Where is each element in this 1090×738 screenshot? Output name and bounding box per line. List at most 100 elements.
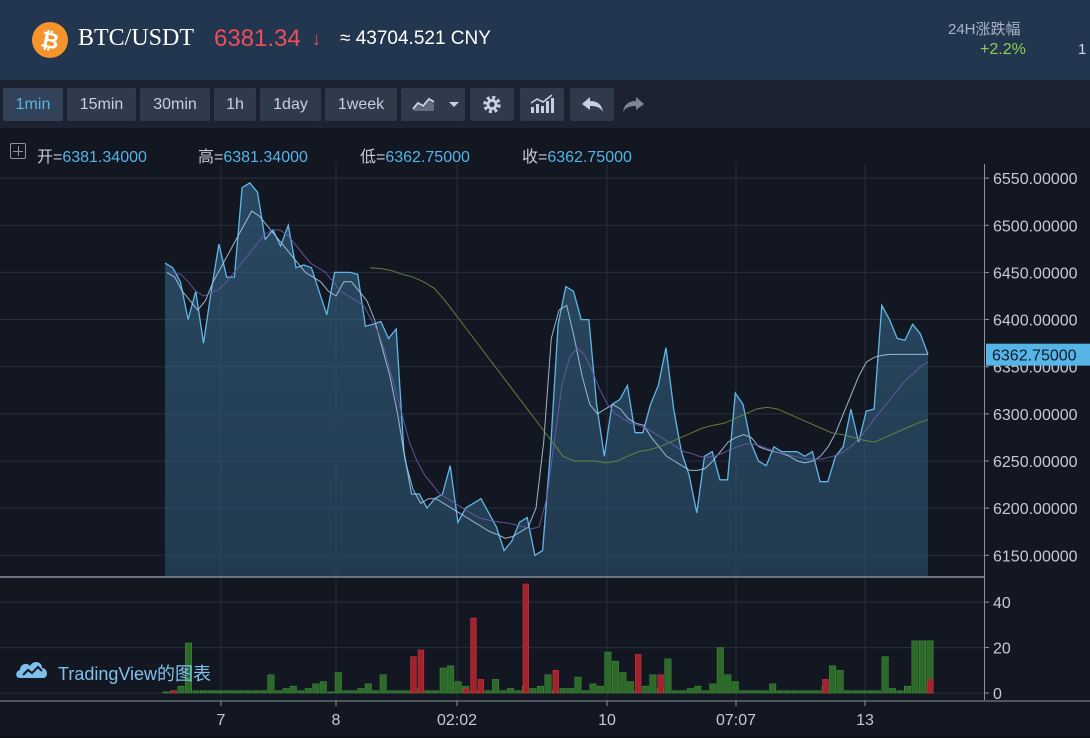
volume-bar-up bbox=[784, 690, 792, 694]
volume-bar-up bbox=[791, 690, 799, 694]
price-tick-label: 6150.00000 bbox=[993, 548, 1078, 565]
volume-bar-up bbox=[739, 690, 747, 694]
volume-bar-up bbox=[544, 674, 552, 694]
volume-bar-up bbox=[716, 647, 724, 694]
volume-bar-up bbox=[499, 690, 507, 694]
volume-bar-up bbox=[679, 690, 687, 694]
volume-bar-up bbox=[312, 683, 320, 694]
volume-bar-up bbox=[626, 681, 634, 694]
volume-bar-up bbox=[252, 690, 260, 694]
tradingview-cloud-icon bbox=[16, 662, 48, 678]
volume-bar-up bbox=[814, 690, 822, 694]
volume-bar-up bbox=[514, 690, 522, 694]
volume-bar-up bbox=[589, 683, 597, 694]
volume-bar-up bbox=[244, 690, 252, 694]
volume-bar-up bbox=[492, 679, 500, 694]
time-axis-background bbox=[0, 702, 1090, 738]
volume-bar-up bbox=[364, 683, 372, 694]
volume-bar-up bbox=[619, 672, 627, 694]
volume-bar-up bbox=[432, 690, 440, 694]
volume-bar-up bbox=[387, 690, 395, 694]
volume-bar-up bbox=[889, 688, 897, 694]
volume-bar-up bbox=[918, 640, 926, 694]
volume-bar-up bbox=[214, 690, 222, 694]
volume-bar-up bbox=[851, 690, 859, 694]
volume-bar-up bbox=[334, 672, 342, 694]
volume-bar-down bbox=[822, 679, 829, 694]
volume-bar-up bbox=[372, 690, 380, 694]
time-tick-label: 10 bbox=[598, 712, 616, 729]
volume-bar-up bbox=[379, 674, 387, 694]
volume-bar-up bbox=[566, 688, 574, 694]
volume-bar-up bbox=[207, 690, 215, 694]
volume-bar-up bbox=[297, 690, 305, 694]
volume-bar-up bbox=[754, 690, 762, 694]
time-tick-label: 7 bbox=[217, 712, 226, 729]
volume-bar-up bbox=[776, 690, 784, 694]
volume-bar-up bbox=[349, 690, 357, 694]
volume-bar-down bbox=[552, 669, 559, 694]
volume-bar-up bbox=[641, 685, 649, 694]
volume-bar-down bbox=[410, 656, 417, 694]
volume-bar-up bbox=[229, 690, 237, 694]
price-chart[interactable]: 6550.00000 6500.00000 6450.00000 6400.00000… bbox=[0, 0, 1090, 738]
volume-tick-label: 20 bbox=[993, 641, 1011, 658]
volume-bar-up bbox=[604, 651, 612, 694]
volume-bar-down bbox=[927, 679, 934, 694]
time-tick-label: 8 bbox=[332, 712, 341, 729]
volume-bar-up bbox=[761, 690, 769, 694]
volume-bar-down bbox=[170, 690, 177, 694]
volume-bar-up bbox=[274, 690, 282, 694]
price-tick-label: 6300.00000 bbox=[993, 407, 1078, 424]
volume-bar-up bbox=[859, 690, 867, 694]
price-tick-label: 6200.00000 bbox=[993, 501, 1078, 518]
volume-bar-up bbox=[581, 690, 589, 694]
volume-bar-up bbox=[724, 674, 732, 694]
volume-bar-up bbox=[559, 688, 567, 694]
volume-bar-up bbox=[200, 690, 208, 694]
volume-bar-up bbox=[327, 691, 335, 694]
volume-tick-label: 40 bbox=[993, 595, 1011, 612]
volume-bar-up bbox=[267, 674, 275, 694]
volume-bar-up bbox=[574, 676, 582, 694]
volume-bar-down bbox=[477, 679, 484, 694]
price-axis-background bbox=[984, 164, 1090, 700]
volume-bar-down bbox=[470, 617, 477, 694]
price-tick-label: 6250.00000 bbox=[993, 454, 1078, 471]
volume-bar-up bbox=[896, 690, 904, 694]
volume-bar-up bbox=[192, 690, 200, 694]
time-tick-label: 07:07 bbox=[716, 712, 756, 729]
volume-bar-down bbox=[657, 674, 664, 694]
volume-bar-up bbox=[769, 683, 777, 694]
volume-bar-up bbox=[664, 658, 672, 694]
volume-bar-down bbox=[634, 654, 642, 694]
volume-bar-up bbox=[162, 691, 170, 694]
volume-bar-up bbox=[731, 681, 739, 694]
volume-bar-up bbox=[342, 690, 350, 694]
volume-bar-up bbox=[402, 690, 410, 694]
volume-bar-up bbox=[911, 640, 919, 694]
volume-bar-down bbox=[462, 688, 470, 694]
volume-bar-up bbox=[394, 690, 402, 694]
volume-bar-up bbox=[357, 688, 365, 694]
last-price-label: 6362.75000 bbox=[992, 348, 1077, 365]
price-tick-label: 6450.00000 bbox=[993, 265, 1078, 282]
volume-bar-up bbox=[237, 690, 245, 694]
volume-bar-up bbox=[454, 681, 462, 694]
time-tick-label: 13 bbox=[856, 712, 874, 729]
volume-bar-up bbox=[874, 690, 882, 694]
volume-bar-up bbox=[829, 665, 837, 694]
volume-bar-up bbox=[881, 656, 889, 694]
volume-bar-up bbox=[507, 688, 515, 694]
volume-bar-up bbox=[671, 690, 679, 694]
volume-bar-down bbox=[522, 583, 529, 694]
tradingview-branding[interactable]: TradingView的图表 bbox=[58, 660, 211, 686]
volume-bar-up bbox=[439, 667, 447, 694]
volume-bar-up bbox=[836, 669, 844, 694]
price-tick-label: 6550.00000 bbox=[993, 171, 1078, 188]
volume-bar-up bbox=[806, 690, 814, 694]
volume-bar-up bbox=[611, 660, 619, 694]
volume-bar-up bbox=[447, 665, 455, 694]
volume-bar-up bbox=[596, 685, 604, 694]
volume-bar-up bbox=[529, 688, 537, 694]
